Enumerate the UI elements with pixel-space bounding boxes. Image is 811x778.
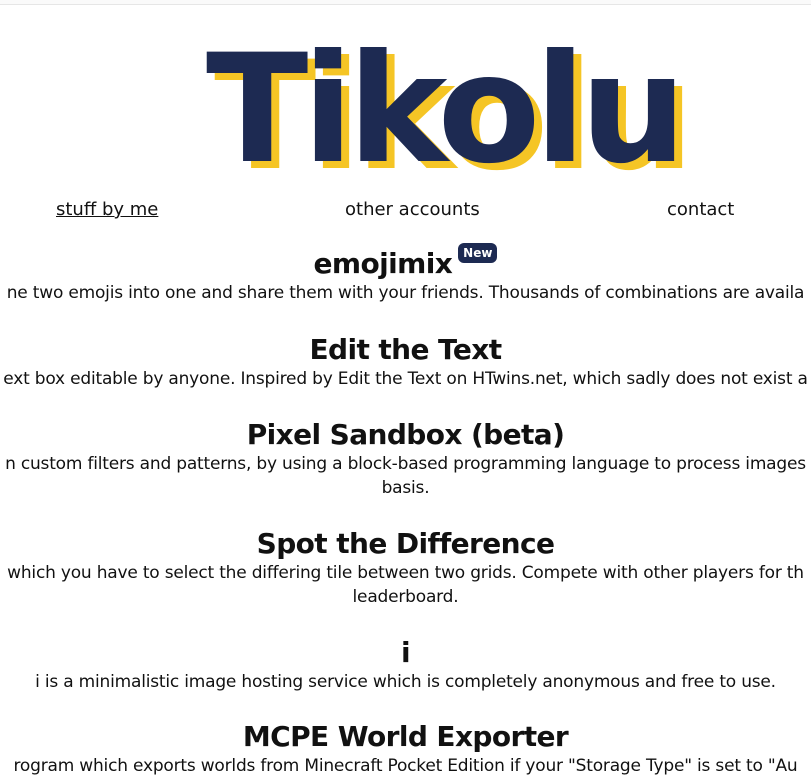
nav-contact[interactable]: contact	[667, 197, 734, 223]
site-logo[interactable]: Tikolu Tikolu	[0, 40, 811, 180]
new-badge: New	[458, 243, 498, 263]
project-title[interactable]: emojimix New	[0, 243, 811, 281]
project-title[interactable]: Edit the Text	[0, 333, 811, 367]
project-description-cont: basis.	[381, 478, 430, 498]
project-emojimix[interactable]: emojimix New ne two emojis into one and s…	[0, 243, 811, 305]
logo-main-text: Tikolu	[206, 40, 681, 180]
top-border	[0, 0, 811, 5]
project-description: rogram which exports worlds from Minecra…	[13, 756, 798, 776]
project-spot-the-difference[interactable]: Spot the Difference which you have to se…	[0, 527, 811, 609]
project-title[interactable]: Spot the Difference	[0, 527, 811, 561]
project-description: ext box editable by anyone. Inspired by …	[3, 369, 808, 389]
project-description: ne two emojis into one and share them wi…	[6, 283, 805, 303]
project-i[interactable]: i i is a minimalistic image hosting serv…	[0, 636, 811, 694]
project-description: n custom filters and patterns, by using …	[5, 454, 806, 474]
project-description-cont: leaderboard.	[352, 587, 459, 607]
project-pixel-sandbox[interactable]: Pixel Sandbox (beta) n custom filters an…	[0, 418, 811, 500]
logo-graphic: Tikolu Tikolu	[206, 40, 695, 180]
project-mcpe-world-exporter[interactable]: MCPE World Exporter rogram which exports…	[0, 720, 811, 778]
project-description: i is a minimalistic image hosting servic…	[35, 672, 776, 692]
project-title[interactable]: i	[0, 636, 811, 670]
project-title[interactable]: MCPE World Exporter	[0, 720, 811, 754]
main-nav: stuff by me other accounts contact	[0, 197, 811, 225]
project-description: which you have to select the differing t…	[7, 563, 804, 583]
project-edit-the-text[interactable]: Edit the Text ext box editable by anyone…	[0, 333, 811, 391]
nav-other-accounts[interactable]: other accounts	[345, 197, 480, 223]
project-title-text: emojimix	[313, 247, 453, 280]
nav-stuff-by-me[interactable]: stuff by me	[56, 197, 158, 223]
project-title[interactable]: Pixel Sandbox (beta)	[0, 418, 811, 452]
